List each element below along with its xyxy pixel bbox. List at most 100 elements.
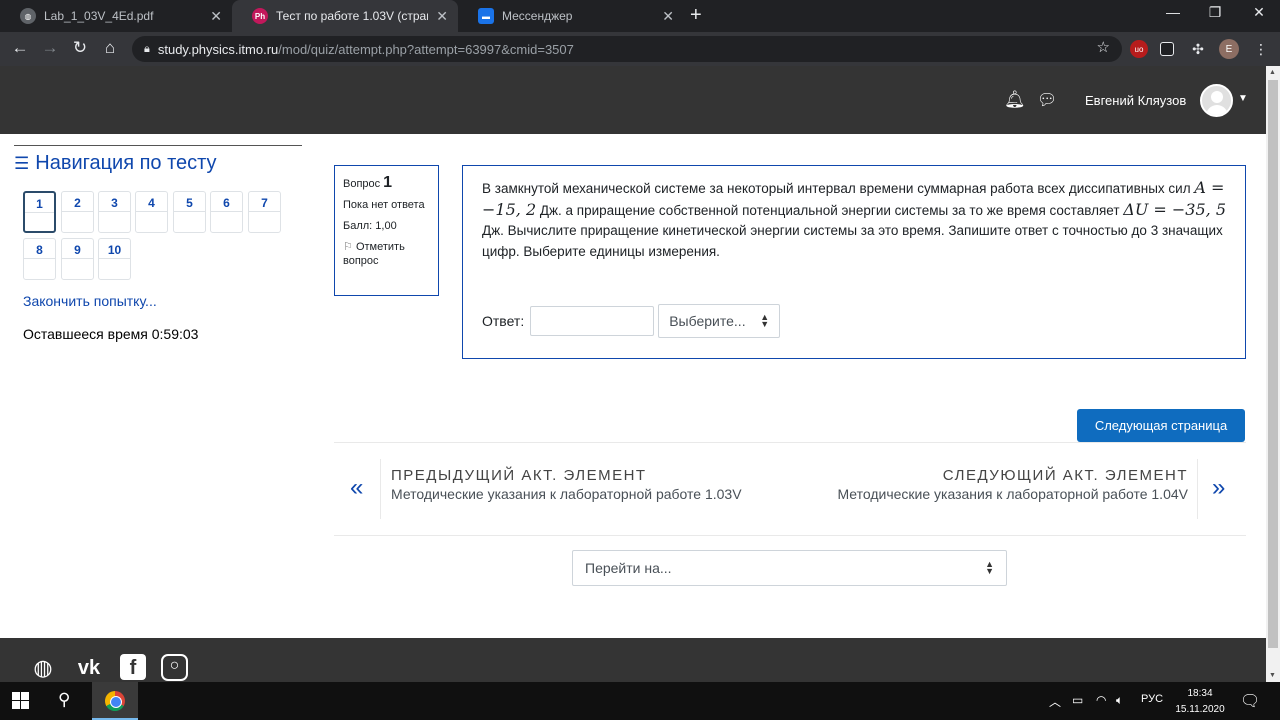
messages-icon[interactable]: 💬︎	[1037, 90, 1057, 110]
chrome-icon	[105, 691, 125, 711]
previous-activity-arrow-icon[interactable]: «	[350, 474, 363, 502]
hamburger-icon[interactable]: ☰	[14, 154, 29, 174]
chrome-taskbar-button[interactable]	[92, 682, 138, 720]
browser-toolbar: ← → ↻ ⌂ 🔒︎ study.physics.itmo.ru/mod/qui…	[0, 32, 1280, 66]
wifi-icon[interactable]: ◠	[1096, 693, 1106, 707]
page-scrollbar[interactable]: ▲ ▼	[1266, 66, 1280, 682]
back-icon[interactable]: ←	[8, 38, 32, 58]
finish-attempt-link[interactable]: Закончить попытку...	[23, 293, 157, 309]
home-icon[interactable]: ⌂	[98, 38, 122, 58]
browser-menu-icon[interactable]: ⋮	[1252, 40, 1270, 58]
tab-messenger[interactable]: ▬ Мессенджер ✕	[458, 0, 684, 32]
question-nav-button[interactable]: 2	[61, 191, 94, 233]
question-info: Вопрос 1 Пока нет ответа Балл: 1,00 ⚐ От…	[334, 165, 439, 296]
question-nav-button[interactable]: 1	[23, 191, 56, 233]
ph-favicon-icon: Ph	[252, 8, 268, 24]
unit-select[interactable]: Выберите... ▲ ▼	[658, 304, 781, 338]
minimize-icon[interactable]: —	[1150, 4, 1196, 20]
url-path: /mod/quiz/attempt.php?attempt=63997&cmid…	[278, 41, 574, 57]
question-nav-button[interactable]: 3	[98, 191, 131, 233]
tab-quiz[interactable]: Ph Тест по работе 1.03V (страница ✕	[232, 0, 458, 32]
volume-icon[interactable]: 🔈︎	[1116, 693, 1123, 708]
bookmark-star-icon[interactable]: ☆	[1097, 38, 1110, 56]
site-footer: ◍ vk f ○	[0, 638, 1266, 682]
question-nav-button[interactable]: 6	[210, 191, 243, 233]
previous-activity-link[interactable]: ПРЕДЫДУЩИЙ АКТ. ЭЛЕМЕНТ Методические ука…	[380, 459, 760, 519]
clock-date: 15.11.2020	[1175, 704, 1225, 715]
select-caret-icon: ▲ ▼	[760, 312, 770, 329]
tab-title: Тест по работе 1.03V (страница	[276, 9, 428, 23]
previous-activity-heading: ПРЕДЫДУЩИЙ АКТ. ЭЛЕМЕНТ	[391, 467, 647, 484]
flag-question[interactable]: ⚐ Отметить вопрос	[343, 240, 430, 268]
user-name[interactable]: Евгений Кляузов	[1085, 93, 1186, 108]
extensions-puzzle-icon[interactable]: ✣	[1189, 40, 1207, 58]
question-nav-button[interactable]: 4	[135, 191, 168, 233]
scroll-up-icon[interactable]: ▲	[1269, 69, 1276, 76]
next-page-button[interactable]: Следующая страница	[1077, 409, 1245, 442]
tab-title: Мессенджер	[502, 9, 573, 23]
question-nav-button[interactable]: 10	[98, 238, 131, 280]
reload-icon[interactable]: ↻	[68, 38, 92, 58]
vk-icon[interactable]: vk	[72, 654, 106, 682]
timer-label: Оставшееся время	[23, 326, 148, 342]
timer-value: 0:59:03	[151, 326, 199, 342]
clock[interactable]: 18:34 15.11.2020	[1172, 686, 1228, 718]
tab-title: Lab_1_03V_4Ed.pdf	[44, 9, 154, 23]
close-tab-icon[interactable]: ✕	[662, 8, 674, 25]
jump-to-select[interactable]: Перейти на... ▲ ▼	[572, 550, 1007, 586]
user-menu-caret-icon[interactable]: ▼	[1238, 93, 1248, 104]
next-activity-link[interactable]: СЛЕДУЮЩИЙ АКТ. ЭЛЕМЕНТ Методические указ…	[820, 459, 1198, 519]
language-indicator[interactable]: РУС	[1141, 693, 1163, 705]
remaining-time: Оставшееся время 0:59:03	[23, 326, 198, 342]
battery-icon[interactable]: ▭	[1072, 693, 1083, 707]
question-nav-button[interactable]: 5	[173, 191, 206, 233]
jump-to-value: Перейти на...	[585, 560, 672, 576]
formula-potential: ΔU = −35, 5	[1123, 199, 1226, 219]
answer-label: Ответ:	[482, 313, 525, 329]
tab-pdf[interactable]: ◍ Lab_1_03V_4Ed.pdf ✕	[0, 0, 232, 32]
divider	[334, 442, 1246, 443]
address-bar[interactable]: 🔒︎ study.physics.itmo.ru/mod/quiz/attemp…	[132, 36, 1122, 62]
profile-avatar[interactable]: E	[1219, 39, 1239, 59]
question-text-part: В замкнутой механической системе за неко…	[482, 181, 1195, 196]
maximize-icon[interactable]: ❐	[1192, 4, 1238, 21]
search-icon[interactable]: ⚲	[58, 690, 70, 710]
close-tab-icon[interactable]: ✕	[436, 8, 448, 25]
facebook-icon[interactable]: f	[120, 654, 146, 680]
browser-tab-bar: ◍ Lab_1_03V_4Ed.pdf ✕ Ph Тест по работе …	[0, 0, 1280, 32]
notifications-icon[interactable]: 🗨︎	[1240, 691, 1260, 711]
new-tab-icon[interactable]: +	[690, 4, 702, 27]
question-nav-button[interactable]: 9	[61, 238, 94, 280]
question-grade: Балл: 1,00	[343, 220, 397, 232]
quiz-navigation: ☰ Навигация по тесту	[14, 145, 302, 175]
question-nav-button[interactable]: 7	[248, 191, 281, 233]
globe-icon[interactable]: ◍	[29, 654, 57, 682]
question-nav-button[interactable]: 8	[23, 238, 56, 280]
question-content: В замкнутой механической системе за неко…	[462, 165, 1246, 359]
question-number: Вопрос 1	[343, 174, 430, 192]
forward-icon[interactable]: →	[38, 38, 62, 58]
lock-icon: 🔒︎	[144, 42, 150, 55]
question-text-part: Дж. а приращение собственной потенциальн…	[536, 202, 1124, 218]
extension-cube-icon[interactable]	[1160, 42, 1174, 56]
select-caret-icon: ▲ ▼	[985, 559, 994, 576]
globe-icon: ◍	[20, 8, 36, 24]
question-text-part: Дж. Вычислите приращение кинетической эн…	[482, 223, 1223, 259]
ublock-icon[interactable]: uo	[1130, 40, 1148, 58]
quiz-navigation-title: ☰ Навигация по тесту	[14, 152, 302, 175]
answer-input[interactable]	[530, 306, 655, 336]
instagram-icon[interactable]: ○	[161, 654, 188, 681]
site-header: 🔔︎ 💬︎ Евгений Кляузов ▼	[0, 66, 1266, 134]
messenger-icon: ▬	[478, 8, 494, 24]
next-activity-arrow-icon[interactable]: »	[1212, 474, 1225, 502]
divider	[334, 535, 1246, 536]
notifications-bell-icon[interactable]: 🔔︎	[1004, 90, 1026, 110]
close-tab-icon[interactable]: ✕	[210, 8, 222, 25]
scroll-down-icon[interactable]: ▼	[1269, 672, 1276, 679]
scroll-thumb[interactable]	[1268, 80, 1278, 648]
unit-select-value: Выберите...	[669, 313, 746, 329]
user-avatar[interactable]	[1200, 84, 1233, 117]
url-host: study.physics.itmo.ru	[157, 41, 279, 57]
tray-expand-icon[interactable]: ︿	[1049, 693, 1061, 710]
close-window-icon[interactable]: ✕	[1236, 4, 1280, 21]
